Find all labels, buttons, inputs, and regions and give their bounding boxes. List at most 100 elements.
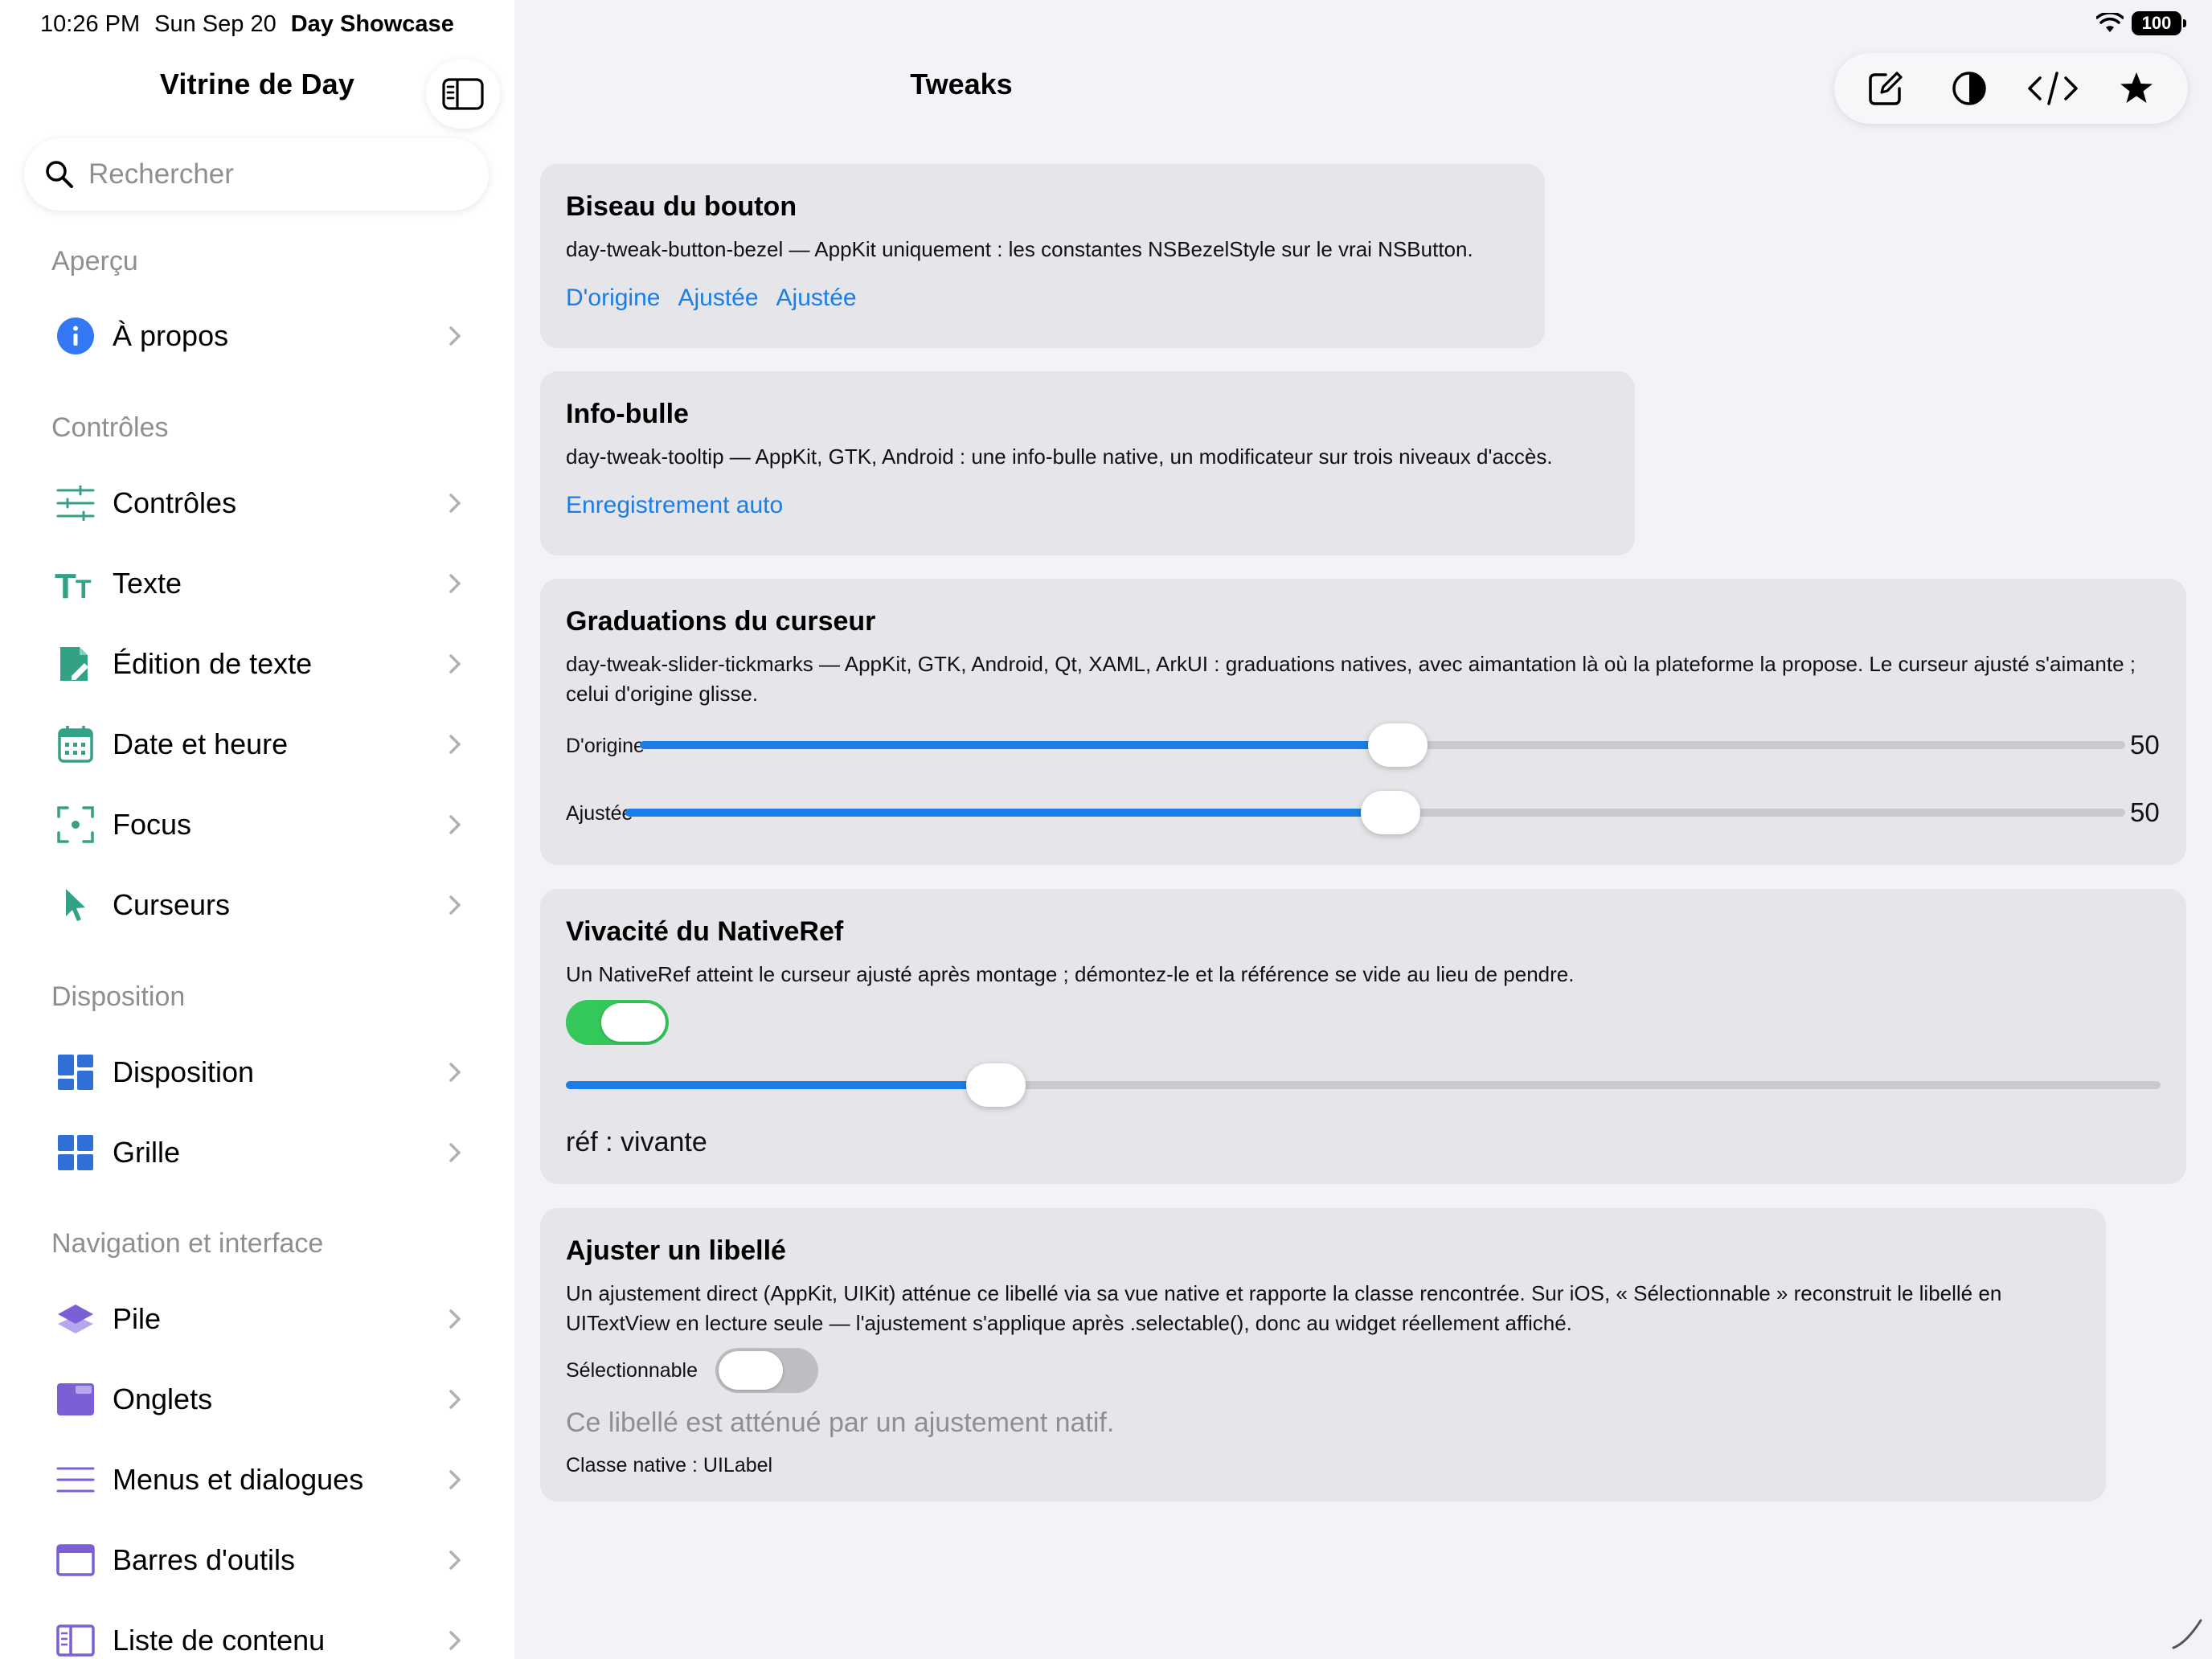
sidebar-item-focus[interactable]: Focus — [24, 789, 489, 861]
slider-thumb[interactable] — [1368, 723, 1428, 767]
nativeref-slider[interactable] — [566, 1063, 2161, 1107]
status-date: Sun Sep 20 — [154, 11, 276, 37]
chevron-right-icon — [449, 1550, 461, 1570]
page-title: Tweaks — [910, 68, 1013, 100]
chevron-right-icon — [449, 494, 461, 513]
bezel-option-original[interactable]: D'origine — [566, 285, 660, 312]
sidebar-item-label: Barres d'outils — [113, 1543, 295, 1576]
sidebar-item-about[interactable]: À propos — [24, 300, 489, 372]
card-slider-tickmarks: Graduations du curseur day-tweak-slider-… — [540, 579, 2186, 865]
sidebar-item-menus-dialogs[interactable]: Menus et dialogues — [24, 1444, 489, 1516]
sidebar-item-label: Menus et dialogues — [113, 1463, 364, 1496]
chevron-right-icon — [449, 1063, 461, 1082]
appearance-toggle-button[interactable] — [1937, 56, 2001, 121]
main-toolbar — [1834, 53, 2188, 124]
sidebar-item-label: À propos — [113, 319, 229, 352]
ref-status: réf : vivante — [566, 1127, 707, 1157]
info-icon — [57, 317, 94, 354]
svg-text:T: T — [76, 575, 92, 601]
section-header-controls: Contrôles — [51, 412, 169, 443]
status-time: 10:26 PM — [40, 11, 141, 37]
chevron-right-icon — [449, 1309, 461, 1329]
dimmed-label: Ce libellé est atténué par un ajustement… — [566, 1407, 1115, 1438]
slider-tweaked[interactable] — [625, 791, 2125, 834]
sidebar-item-label: Curseurs — [113, 888, 231, 921]
compose-button[interactable] — [1854, 56, 1918, 121]
sidebar-item-label: Liste de contenu — [113, 1624, 326, 1657]
card-title: Graduations du curseur — [566, 606, 876, 637]
text-size-icon: TT — [55, 567, 92, 601]
section-header-overview: Aperçu — [51, 246, 138, 276]
nativeref-toggle[interactable] — [566, 1000, 669, 1045]
contrast-icon — [1952, 72, 1986, 105]
slider-fill — [566, 1081, 981, 1089]
sidebar-item-content-list[interactable]: Liste de contenu — [24, 1604, 489, 1659]
chevron-right-icon — [449, 574, 461, 593]
chevron-right-icon — [449, 1631, 461, 1650]
toggle-knob — [601, 1003, 666, 1042]
sidebar-item-label: Contrôles — [113, 486, 237, 519]
tooltip-autosave-link[interactable]: Enregistrement auto — [566, 492, 783, 519]
card-title: Ajuster un libellé — [566, 1235, 786, 1266]
sidebar-item-text-editing[interactable]: Édition de texte — [24, 628, 489, 700]
bezel-option-tweaked-alt[interactable]: Ajustée — [776, 285, 857, 312]
search-icon — [46, 161, 73, 188]
sidebar-item-stack[interactable]: Pile — [24, 1283, 489, 1355]
code-icon — [2028, 72, 2078, 105]
card-description: Un NativeRef atteint le curseur ajusté a… — [566, 962, 1575, 986]
card-tweak-label: Ajuster un libellé Un ajustement direct … — [540, 1208, 2106, 1501]
menu-icon — [56, 1467, 95, 1493]
slider-row-original: D'origine 50 — [566, 722, 2165, 770]
stack-icon — [58, 1305, 93, 1333]
sidebar-item-grid[interactable]: Grille — [24, 1116, 489, 1189]
sidebar-item-label: Pile — [113, 1302, 162, 1335]
native-class-info: Classe native : UILabel — [566, 1454, 773, 1477]
chevron-right-icon — [449, 1143, 461, 1162]
chevron-right-icon — [449, 1470, 461, 1489]
sidebar-item-date-time[interactable]: Date et heure — [24, 708, 489, 780]
favorite-button[interactable] — [2104, 56, 2169, 121]
chevron-right-icon — [449, 326, 461, 346]
slider-value: 50 — [2130, 797, 2160, 827]
card-description: day-tweak-slider-tickmarks — AppKit, GTK… — [566, 652, 2136, 706]
slider-fill — [625, 809, 1375, 817]
slider-fill — [640, 741, 1382, 749]
search-input[interactable] — [88, 158, 458, 190]
pencil-hover-icon — [2172, 1619, 2202, 1649]
calendar-icon — [58, 726, 93, 763]
selectable-label: Sélectionnable — [566, 1359, 698, 1382]
search-field[interactable] — [24, 138, 489, 211]
toggle-knob — [719, 1351, 783, 1390]
slider-value: 50 — [2130, 730, 2160, 760]
sidebar-toggle-icon — [442, 78, 484, 110]
slider-label: D'origine — [566, 735, 645, 757]
tabs-icon — [57, 1383, 94, 1415]
sidebar: 10:26 PM Sun Sep 20 Day Showcase Vitrine d… — [0, 0, 514, 1659]
card-description: day-tweak-button-bezel — AppKit uniqueme… — [566, 237, 1473, 261]
status-bar-left: 10:26 PM Sun Sep 20 Day Showcase — [40, 11, 454, 38]
card-description: day-tweak-tooltip — AppKit, GTK, Android… — [566, 444, 1553, 469]
grid-icon — [58, 1135, 93, 1170]
card-description: Un ajustement direct (AppKit, UIKit) att… — [566, 1281, 2002, 1335]
document-edit-icon — [60, 647, 88, 681]
sidebar-item-toolbars[interactable]: Barres d'outils — [24, 1524, 489, 1596]
sidebar-item-label: Texte — [113, 567, 182, 600]
slider-thumb[interactable] — [965, 1063, 1026, 1107]
slider-original[interactable] — [640, 723, 2125, 767]
sidebar-toggle-button[interactable] — [426, 59, 500, 129]
view-code-button[interactable] — [2021, 56, 2085, 121]
sidebar-item-layout[interactable]: Disposition — [24, 1036, 489, 1108]
slider-thumb[interactable] — [1361, 791, 1420, 834]
sidebar-item-label: Onglets — [113, 1382, 213, 1415]
selectable-toggle[interactable] — [715, 1348, 818, 1393]
section-header-layout: Disposition — [51, 981, 186, 1012]
sidebar-item-label: Grille — [113, 1136, 181, 1169]
focus-icon — [57, 806, 94, 843]
sidebar-list-icon — [56, 1624, 95, 1657]
sidebar-item-cursors[interactable]: Curseurs — [24, 869, 489, 941]
bezel-option-tweaked[interactable]: Ajustée — [678, 285, 758, 312]
sidebar-item-text[interactable]: TT Texte — [24, 547, 489, 620]
sidebar-item-controls[interactable]: Contrôles — [24, 467, 489, 539]
sidebar-item-label: Édition de texte — [113, 647, 313, 680]
sidebar-item-tabs[interactable]: Onglets — [24, 1363, 489, 1436]
